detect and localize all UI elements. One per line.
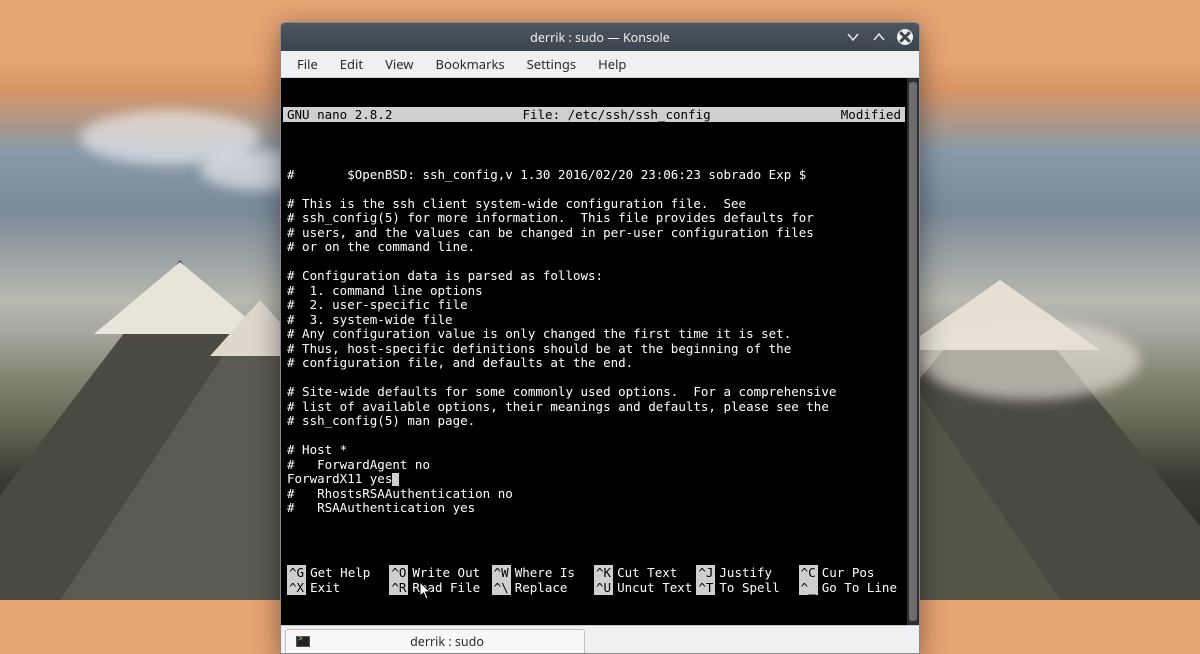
editor-line: # or on the command line. [287, 240, 901, 255]
shortcut-key: ^X [287, 580, 306, 595]
shortcut-label: Where Is [515, 565, 575, 580]
nano-shortcut: ^_ Go To Line [799, 580, 901, 595]
close-button[interactable] [897, 29, 913, 45]
editor-line: # ssh_config(5) man page. [287, 414, 901, 429]
shortcut-key: ^W [492, 565, 511, 580]
shortcut-key: ^O [389, 565, 408, 580]
shortcut-key: ^K [594, 565, 613, 580]
nano-shortcut: ^W Where Is [492, 565, 594, 580]
shortcut-label: Exit [310, 580, 340, 595]
tab-bar: derrik : sudo [281, 625, 919, 653]
tab-active[interactable]: derrik : sudo [285, 629, 585, 653]
shortcut-key: ^G [287, 565, 306, 580]
nano-shortcut: ^X Exit [287, 580, 389, 595]
editor-line: # 2. user-specific file [287, 298, 901, 313]
editor-line: # 1. command line options [287, 284, 901, 299]
shortcut-label: Read File [412, 580, 480, 595]
nano-shortcut: ^J Justify [696, 565, 798, 580]
editor-line [287, 371, 901, 386]
nano-shortcut: ^O Write Out [389, 565, 491, 580]
shortcut-key: ^U [594, 580, 613, 595]
shortcut-key: ^\ [492, 580, 511, 595]
nano-app-name: GNU nano 2.8.2 [287, 107, 392, 122]
nano-editor-body[interactable]: # $OpenBSD: ssh_config,v 1.30 2016/02/20… [283, 151, 905, 536]
menu-settings[interactable]: Settings [517, 52, 586, 76]
editor-line: # 3. system-wide file [287, 313, 901, 328]
shortcut-key: ^C [799, 565, 818, 580]
text-cursor [392, 473, 399, 486]
menu-view[interactable]: View [375, 52, 423, 76]
editor-line: # $OpenBSD: ssh_config,v 1.30 2016/02/20… [287, 168, 901, 183]
titlebar[interactable]: derrik : sudo — Konsole [281, 23, 919, 51]
editor-line [287, 255, 901, 270]
shortcut-label: Get Help [310, 565, 370, 580]
editor-line: # RhostsRSAAuthentication no [287, 487, 901, 502]
terminal-icon [296, 636, 310, 647]
terminal[interactable]: GNU nano 2.8.2 File: /etc/ssh/ssh_config… [281, 78, 907, 625]
editor-line [287, 429, 901, 444]
shortcut-label: Justify [719, 565, 772, 580]
editor-line [287, 516, 901, 531]
shortcut-key: ^T [696, 580, 715, 595]
editor-line: # Thus, host-specific definitions should… [287, 342, 901, 357]
window-title: derrik : sudo — Konsole [530, 29, 670, 46]
editor-line: # list of available options, their meani… [287, 400, 901, 415]
editor-line: # ssh_config(5) for more information. Th… [287, 211, 901, 226]
nano-status: Modified [841, 107, 901, 122]
shortcut-key: ^J [696, 565, 715, 580]
nano-shortcut: ^C Cur Pos [799, 565, 901, 580]
editor-line: # Host * [287, 443, 901, 458]
close-icon [897, 29, 913, 45]
nano-shortcuts: ^G Get Help ^O Write Out ^W Where Is ^K Cut Tex… [283, 565, 905, 596]
tab-label: derrik : sudo [320, 633, 574, 650]
shortcut-key: ^R [389, 580, 408, 595]
editor-line: # configuration file, and defaults at th… [287, 356, 901, 371]
editor-line: # This is the ssh client system-wide con… [287, 197, 901, 212]
minimize-button[interactable] [845, 29, 861, 45]
shortcut-label: Cur Pos [822, 565, 875, 580]
editor-line [287, 182, 901, 197]
nano-shortcut: ^\ Replace [492, 580, 594, 595]
shortcut-label: Cut Text [617, 565, 677, 580]
nano-shortcut: ^G Get Help [287, 565, 389, 580]
menubar: File Edit View Bookmarks Settings Help [281, 51, 919, 78]
shortcut-label: Write Out [412, 565, 480, 580]
editor-line: # users, and the values can be changed i… [287, 226, 901, 241]
menu-file[interactable]: File [287, 52, 328, 76]
nano-shortcut: ^R Read File [389, 580, 491, 595]
terminal-scrollbar[interactable] [907, 78, 919, 625]
shortcut-label: Go To Line [822, 580, 897, 595]
nano-shortcut: ^U Uncut Text [594, 580, 696, 595]
maximize-button[interactable] [871, 29, 887, 45]
editor-line: # RSAAuthentication yes [287, 501, 901, 516]
editor-line: # ForwardAgent no [287, 458, 901, 473]
nano-header: GNU nano 2.8.2 File: /etc/ssh/ssh_config… [283, 107, 905, 122]
editor-line [287, 153, 901, 168]
menu-help[interactable]: Help [588, 52, 636, 76]
nano-file-label: File: /etc/ssh/ssh_config [392, 107, 840, 122]
menu-bookmarks[interactable]: Bookmarks [426, 52, 515, 76]
nano-shortcut: ^T To Spell [696, 580, 798, 595]
editor-line: # Configuration data is parsed as follow… [287, 269, 901, 284]
shortcut-key: ^_ [799, 580, 818, 595]
shortcut-label: Replace [515, 580, 568, 595]
shortcut-label: Uncut Text [617, 580, 692, 595]
shortcut-label: To Spell [719, 580, 779, 595]
editor-line: # Any configuration value is only change… [287, 327, 901, 342]
menu-edit[interactable]: Edit [330, 52, 373, 76]
editor-cursor-line: ForwardX11 yes [287, 472, 901, 487]
nano-shortcut: ^K Cut Text [594, 565, 696, 580]
editor-line: # Site-wide defaults for some commonly u… [287, 385, 901, 400]
scrollbar-thumb[interactable] [909, 82, 917, 621]
konsole-window: derrik : sudo — Konsole File Edit View B… [280, 22, 920, 654]
